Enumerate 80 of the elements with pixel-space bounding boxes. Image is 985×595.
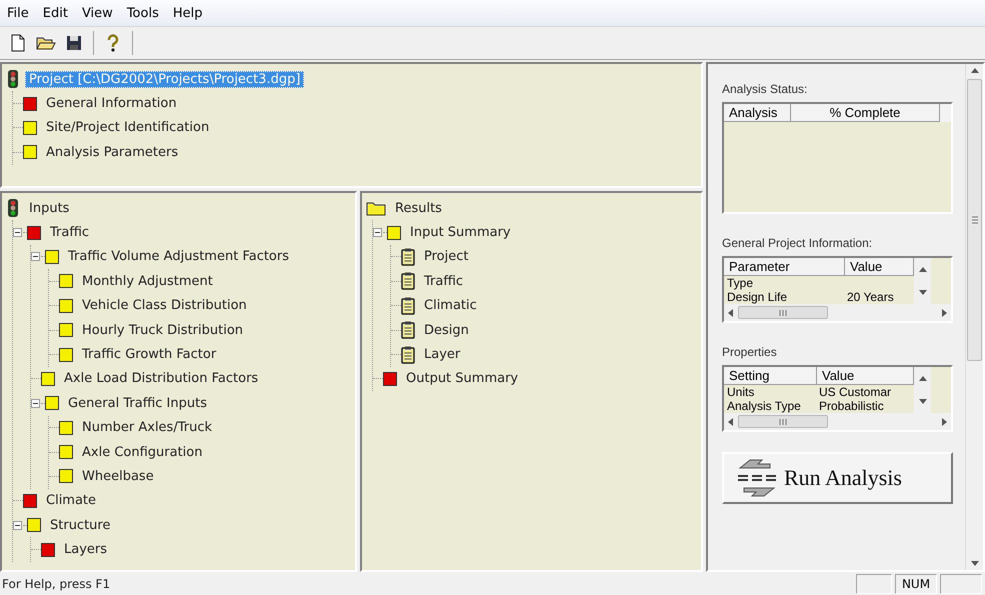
scroll-right-icon[interactable] [941, 308, 947, 316]
tree-item[interactable]: Wheelbase [78, 468, 158, 485]
table-cell-text: Type [726, 276, 754, 290]
tree-item[interactable]: Results [391, 200, 446, 217]
tree-item[interactable]: Design [420, 322, 473, 339]
open-folder-icon[interactable] [36, 35, 56, 51]
horizontal-scrollbar-thumb[interactable] [738, 415, 828, 428]
tree-item[interactable]: Inputs [25, 200, 74, 217]
column-header[interactable]: Parameter [724, 258, 845, 276]
horizontal-scrollbar-thumb[interactable] [738, 306, 828, 319]
swap-arrows-icon [736, 458, 778, 498]
tree-item[interactable]: Hourly Truck Distribution [78, 322, 248, 339]
menu-item[interactable]: View [76, 4, 118, 22]
clipboard-icon [401, 346, 415, 364]
collapse-icon[interactable] [31, 398, 40, 408]
table-cell-text: US Customar [818, 385, 892, 399]
tree-item[interactable]: Site/Project Identification [42, 119, 214, 136]
scroll-down-icon[interactable] [918, 290, 926, 295]
clipboard-icon [401, 248, 415, 266]
menu-item[interactable]: File [2, 4, 34, 22]
table-cell-text: Analysis Type [726, 399, 802, 413]
tree-item[interactable]: Vehicle Class Distribution [78, 297, 251, 314]
status-pane [940, 574, 982, 594]
tree-item[interactable]: Structure [46, 516, 114, 534]
column-header[interactable]: % Complete [791, 104, 940, 122]
tree-item[interactable]: Layer [420, 346, 464, 364]
status-indicator: NUM [895, 574, 937, 594]
tree-item[interactable]: Traffic Growth Factor [78, 346, 220, 364]
tree-item[interactable]: Climatic [420, 297, 481, 314]
status-text: For Help, press F1 [2, 576, 112, 590]
tree-item[interactable]: Output Summary [402, 370, 522, 388]
clipboard-icon [401, 321, 415, 340]
help-icon[interactable] [107, 34, 119, 52]
column-header[interactable]: Analysis [724, 104, 791, 122]
section-title: General Project Information: [722, 236, 874, 250]
table-cell-text: Design Life [726, 290, 788, 304]
scroll-up-icon[interactable] [918, 376, 926, 381]
tree-item[interactable]: Layers [60, 541, 112, 558]
table-cell-text: Units [726, 385, 756, 399]
tree-item[interactable]: General Information [42, 95, 181, 112]
menu-item[interactable]: Help [168, 4, 208, 22]
menu-item[interactable]: Tools [122, 4, 164, 22]
tree-item[interactable]: Traffic [46, 224, 94, 242]
menu-item[interactable]: Edit [38, 4, 73, 22]
scroll-right-icon[interactable] [941, 418, 947, 426]
scroll-left-icon[interactable] [728, 418, 734, 426]
section-title: Analysis Status: [722, 82, 808, 96]
tree-item[interactable]: Axle Configuration [78, 444, 206, 461]
table-cell-text: 20 Years [846, 290, 895, 304]
tree-item[interactable]: Traffic [420, 272, 468, 290]
run-analysis-button[interactable]: Run Analysis [722, 452, 953, 504]
scroll-down-icon[interactable] [970, 561, 978, 566]
collapse-icon[interactable] [31, 252, 40, 262]
tree-item[interactable]: Monthly Adjustment [78, 272, 217, 290]
tree-item[interactable]: Input Summary [406, 224, 515, 242]
vertical-scrollbar-thumb[interactable] [967, 79, 982, 361]
scroll-up-icon[interactable] [970, 68, 978, 73]
tree-item[interactable]: Traffic Volume Adjustment Factors [64, 248, 294, 266]
column-header[interactable]: Setting [724, 367, 817, 385]
traffic-light-icon [6, 199, 20, 218]
tree-item[interactable]: Climate [42, 492, 100, 510]
tree-item[interactable]: Axle Load Distribution Factors [60, 370, 262, 388]
table-cell-text: Probabilistic [818, 399, 885, 413]
tree-item[interactable]: Analysis Parameters [42, 144, 182, 161]
tree-item[interactable]: General Traffic Inputs [64, 394, 211, 412]
tree-item[interactable]: Project [420, 248, 472, 266]
collapse-icon[interactable] [13, 228, 22, 238]
scroll-up-icon[interactable] [918, 267, 926, 272]
scroll-left-icon[interactable] [728, 308, 734, 316]
collapse-icon[interactable] [13, 520, 22, 530]
new-document-icon[interactable] [10, 34, 26, 52]
traffic-light-icon [6, 70, 20, 88]
folder-icon [366, 200, 386, 216]
clipboard-icon [401, 272, 415, 290]
tree-item[interactable]: Number Axles/Truck [78, 419, 216, 436]
clipboard-icon [401, 296, 415, 315]
status-pane [856, 574, 892, 594]
scroll-down-icon[interactable] [918, 399, 926, 404]
section-title: Properties [722, 345, 778, 359]
collapse-icon[interactable] [373, 228, 382, 238]
